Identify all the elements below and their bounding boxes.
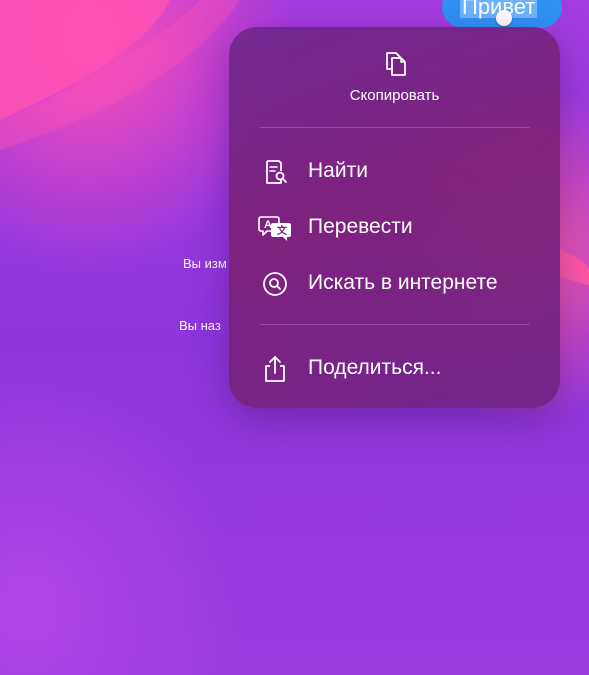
menu-item-share-label: Поделиться... <box>308 356 442 379</box>
context-menu: Скопировать Найти A 文 Перевести Искать в… <box>229 27 560 408</box>
system-message-2: Вы наз <box>179 318 221 333</box>
svg-text:文: 文 <box>277 224 288 237</box>
copy-icon <box>386 52 406 76</box>
selection-handle[interactable] <box>496 10 512 26</box>
menu-item-search-web-label: Искать в интернете <box>308 271 498 294</box>
menu-item-find-label: Найти <box>308 159 368 182</box>
menu-item-translate[interactable]: A 文 Перевести <box>229 202 560 252</box>
find-icon <box>266 160 287 184</box>
svg-text:A: A <box>264 219 272 231</box>
share-icon <box>265 356 285 382</box>
copy-button[interactable]: Скопировать <box>229 27 560 127</box>
menu-item-search-web[interactable]: Искать в интернете <box>229 258 560 308</box>
menu-divider <box>260 127 530 128</box>
search-web-icon <box>263 272 287 296</box>
copy-label: Скопировать <box>349 87 440 104</box>
menu-divider <box>260 324 530 325</box>
menu-item-find[interactable]: Найти <box>229 146 560 196</box>
menu-item-translate-label: Перевести <box>308 215 413 238</box>
system-message-1: Вы изм <box>183 256 227 271</box>
translate-icon: A 文 <box>258 216 291 241</box>
menu-item-share[interactable]: Поделиться... <box>229 343 560 393</box>
